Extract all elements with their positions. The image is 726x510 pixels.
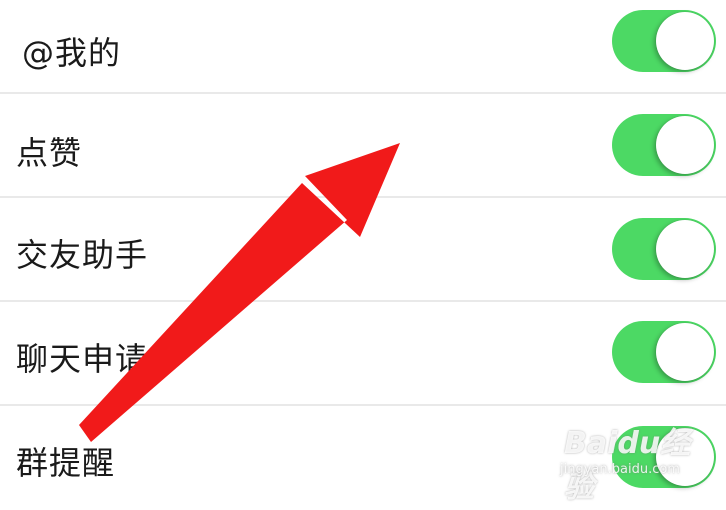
- toggle-knob: [656, 323, 714, 381]
- friend-assistant-toggle[interactable]: [612, 218, 716, 280]
- toggle-knob: [656, 428, 714, 486]
- settings-row-likes: 点赞: [0, 94, 726, 198]
- settings-row-label: 聊天申请: [16, 340, 149, 378]
- likes-toggle[interactable]: [612, 114, 716, 176]
- settings-row-group-reminder: 群提醒: [0, 406, 726, 510]
- toggle-knob: [656, 220, 714, 278]
- chat-request-toggle[interactable]: [612, 321, 716, 383]
- settings-row-label: @我的: [22, 34, 122, 72]
- settings-row-label: 交友助手: [16, 236, 149, 274]
- settings-row-chat-request: 聊天申请: [0, 302, 726, 406]
- settings-row-mentions: @我的: [0, 0, 726, 94]
- toggle-knob: [656, 12, 714, 70]
- settings-row-friend-assistant: 交友助手: [0, 198, 726, 302]
- settings-row-label: 点赞: [16, 134, 83, 172]
- settings-row-label: 群提醒: [16, 444, 116, 482]
- notification-settings-list: @我的 点赞 交友助手 聊天申请 群提醒: [0, 0, 726, 510]
- toggle-knob: [656, 116, 714, 174]
- mentions-toggle[interactable]: [612, 10, 716, 72]
- group-reminder-toggle[interactable]: [612, 426, 716, 488]
